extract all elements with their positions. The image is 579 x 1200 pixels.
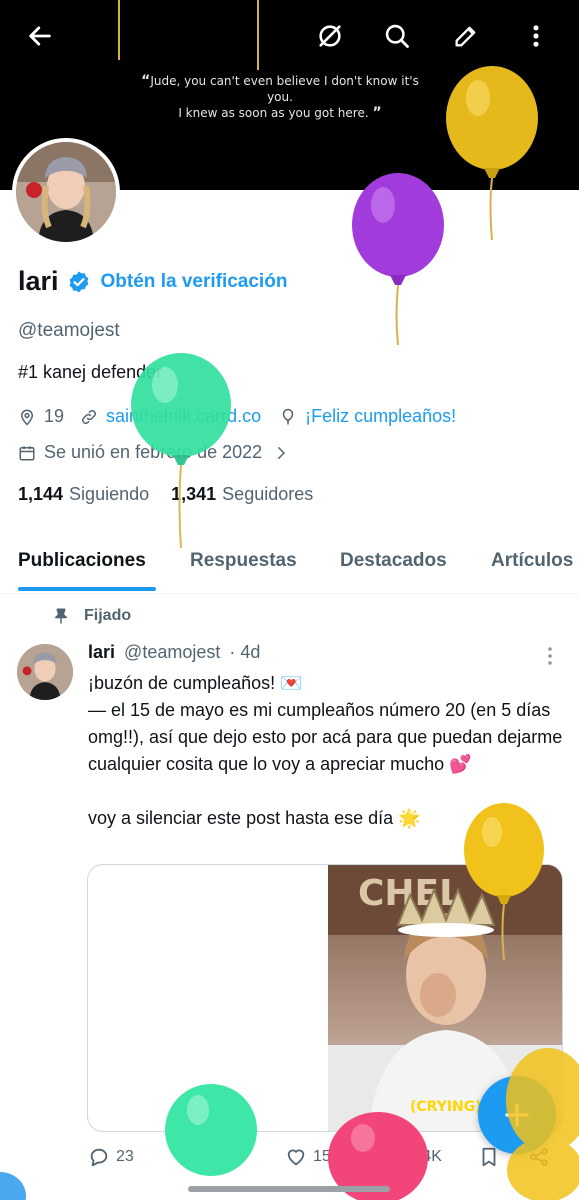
balloon-purple: [352, 173, 444, 346]
balloon-yellow-bottom-right: [506, 1048, 579, 1200]
balloon-green-bottom: [165, 1084, 257, 1176]
balloon-yellow: [446, 66, 538, 241]
balloon-blue-bottom-left: [0, 1172, 26, 1200]
balloon-yellow-post: [464, 803, 544, 961]
birthday-balloons-overlay: [0, 0, 579, 1200]
balloon-green: [131, 353, 231, 549]
home-indicator[interactable]: [188, 1186, 390, 1192]
